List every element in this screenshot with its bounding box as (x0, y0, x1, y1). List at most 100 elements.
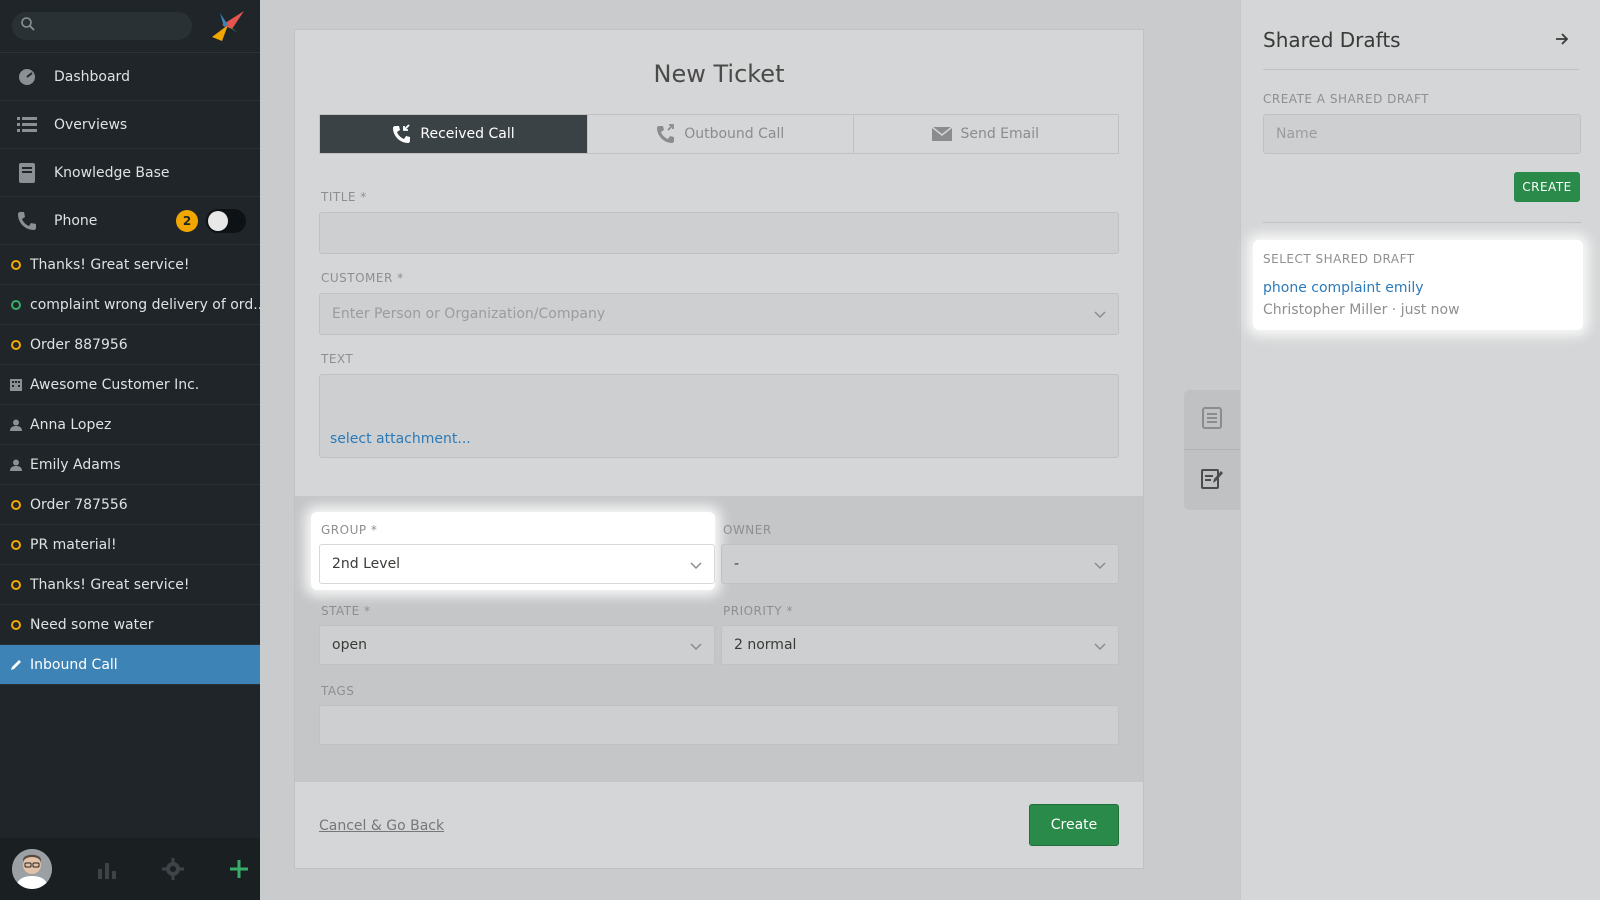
task-item[interactable]: complaint wrong delivery of ord... (0, 285, 260, 325)
task-label: Thanks! Great service! (30, 576, 190, 593)
owner-select[interactable]: - (721, 544, 1119, 584)
reports-icon[interactable] (96, 858, 118, 880)
state-select[interactable]: open (319, 625, 715, 665)
main-content: New Ticket Received Call Outbound Call S… (260, 0, 1240, 900)
tab-label: Send Email (960, 126, 1040, 142)
task-label: Awesome Customer Inc. (30, 376, 200, 393)
shared-drafts-panel: Shared Drafts CREATE A SHARED DRAFT Name… (1240, 0, 1600, 900)
plus-icon[interactable] (228, 858, 250, 880)
text-editor[interactable]: select attachment... (319, 374, 1119, 458)
chevron-down-icon (1094, 559, 1106, 571)
task-item[interactable]: Awesome Customer Inc. (0, 365, 260, 405)
book-icon (16, 162, 38, 184)
chevron-down-icon (690, 640, 702, 652)
ticket-ring-icon (10, 619, 22, 631)
shared-draft-meta: Christopher Miller · just now (1263, 302, 1460, 318)
ticket-ring-icon (10, 339, 22, 351)
new-ticket-form: New Ticket Received Call Outbound Call S… (294, 29, 1144, 869)
ticket-ring-icon (10, 579, 22, 591)
zammad-logo[interactable] (208, 7, 246, 45)
tab-outbound-call[interactable]: Outbound Call (588, 115, 854, 153)
priority-label: PRIORITY * (723, 604, 793, 618)
list-icon (16, 114, 38, 136)
select-attachment-link[interactable]: select attachment... (330, 431, 471, 447)
phone-toggle[interactable] (206, 208, 246, 233)
menu-item-phone[interactable]: Phone 2 (0, 197, 260, 245)
gear-icon[interactable] (162, 858, 184, 880)
user-icon (10, 419, 22, 431)
tab-send-email[interactable]: Send Email (854, 115, 1119, 153)
organization-icon (10, 378, 22, 391)
task-item[interactable]: PR material! (0, 525, 260, 565)
owner-value: - (734, 556, 740, 572)
outbound-call-icon (656, 124, 676, 144)
task-label: Anna Lopez (30, 416, 112, 433)
task-label: Need some water (30, 616, 154, 633)
owner-label: OWNER (723, 523, 772, 537)
state-label: STATE * (321, 604, 371, 618)
menu-item-label: Overviews (54, 116, 128, 133)
tab-label: Outbound Call (684, 126, 785, 142)
task-label: complaint wrong delivery of ord... (30, 296, 260, 313)
ticket-ring-icon (10, 499, 22, 511)
state-value: open (332, 637, 367, 653)
ticket-ring-icon (10, 259, 22, 271)
task-item[interactable]: Order 787556 (0, 485, 260, 525)
select-shared-draft-label: SELECT SHARED DRAFT (1263, 252, 1415, 266)
user-icon (10, 459, 22, 471)
received-call-icon (392, 124, 412, 144)
task-label: Order 887956 (30, 336, 128, 353)
create-shared-draft-label: CREATE A SHARED DRAFT (1263, 92, 1429, 106)
search-input[interactable] (12, 12, 192, 40)
task-item[interactable]: Order 887956 (0, 325, 260, 365)
tab-shared-drafts[interactable] (1184, 450, 1240, 510)
customer-input[interactable]: Enter Person or Organization/Company (319, 293, 1119, 335)
search-row (0, 0, 260, 53)
draft-name-placeholder: Name (1276, 126, 1318, 142)
menu-item-label: Knowledge Base (54, 164, 170, 181)
ticket-attributes-panel: GROUP * 2nd Level OWNER - STATE * open P… (295, 496, 1143, 782)
task-item[interactable]: Need some water (0, 605, 260, 645)
task-label: Emily Adams (30, 456, 121, 473)
menu-item-label: Dashboard (54, 68, 130, 85)
pencil-icon (10, 659, 22, 671)
chevron-down-icon (1094, 640, 1106, 652)
tags-input[interactable] (319, 705, 1119, 745)
title-input[interactable] (319, 212, 1119, 254)
draft-name-input[interactable]: Name (1263, 114, 1581, 154)
create-ticket-button[interactable]: Create (1029, 804, 1119, 846)
sidebar: Dashboard Overviews Knowledge Base Phone… (0, 0, 260, 900)
divider (1263, 222, 1581, 223)
select-shared-draft-section: SELECT SHARED DRAFT phone complaint emil… (1253, 240, 1583, 330)
avatar[interactable] (12, 849, 52, 889)
ticket-type-tabs: Received Call Outbound Call Send Email (319, 114, 1119, 154)
priority-select[interactable]: 2 normal (721, 625, 1119, 665)
group-select[interactable]: 2nd Level (319, 544, 715, 584)
sidebar-bottom-bar (0, 838, 260, 900)
shared-drafts-header: Shared Drafts (1263, 28, 1579, 70)
task-item[interactable]: Thanks! Great service! (0, 245, 260, 285)
tab-label: Received Call (420, 126, 515, 142)
tab-received-call[interactable]: Received Call (320, 115, 588, 153)
cancel-go-back-link[interactable]: Cancel & Go Back (319, 818, 444, 834)
task-item[interactable]: Emily Adams (0, 445, 260, 485)
shared-drafts-title: Shared Drafts (1263, 28, 1401, 52)
title-label: TITLE * (321, 190, 367, 204)
dashboard-icon (16, 66, 38, 88)
form-footer: Cancel & Go Back Create (295, 782, 1143, 868)
task-item[interactable]: Thanks! Great service! (0, 565, 260, 605)
arrow-right-icon[interactable] (1555, 32, 1569, 50)
task-label: PR material! (30, 536, 117, 553)
draft-edit-icon (1201, 467, 1223, 493)
group-value: 2nd Level (332, 556, 401, 572)
task-item[interactable]: Anna Lopez (0, 405, 260, 445)
shared-draft-link[interactable]: phone complaint emily (1263, 280, 1424, 296)
text-label: TEXT (321, 352, 354, 366)
tab-customer-info[interactable] (1184, 390, 1240, 450)
create-draft-button[interactable]: CREATE (1514, 172, 1580, 202)
menu-item-dashboard[interactable]: Dashboard (0, 53, 260, 101)
chevron-down-icon (690, 559, 702, 571)
task-item-active[interactable]: Inbound Call (0, 645, 260, 685)
menu-item-knowledge-base[interactable]: Knowledge Base (0, 149, 260, 197)
menu-item-overviews[interactable]: Overviews (0, 101, 260, 149)
